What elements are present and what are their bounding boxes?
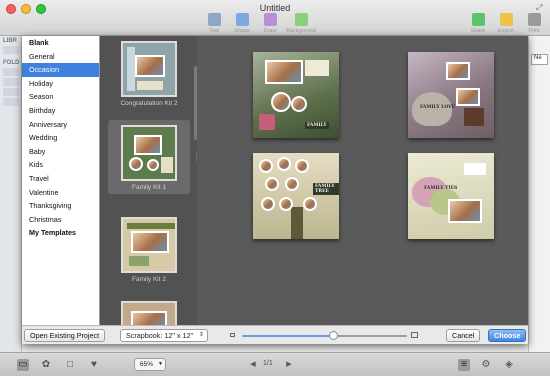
text-icon [207, 13, 221, 26]
shape-tool-button[interactable]: Shape [227, 13, 257, 34]
category-list: Blank General Occasion Holiday Season Birthda… [22, 36, 100, 325]
export-label: Export [498, 28, 514, 34]
template-tag: FAMILY TREE [313, 183, 339, 195]
kit-label: Family Kit 2 [132, 276, 166, 283]
effects-icon[interactable]: ✿ [40, 359, 52, 371]
export-icon [499, 13, 513, 26]
project-size-select[interactable]: Scrapbook: 12" x 12" ⇕ [120, 329, 209, 342]
app-window: Untitled ⤢ Text Shape Draw Background Sh… [0, 0, 550, 376]
category-item[interactable]: Valentine [22, 186, 99, 200]
project-size-value: Scrapbook: 12" x 12" [126, 331, 194, 340]
library-header: LIBR [3, 38, 17, 44]
shape-tool-label: Shape [234, 28, 250, 34]
category-item[interactable]: My Templates [22, 226, 99, 240]
template-thumbnail[interactable]: FAMILY TREE [253, 153, 339, 239]
folder-item[interactable] [3, 68, 19, 76]
template-tag: FAMILY [305, 122, 329, 129]
settings-gear-icon[interactable]: ⚙ [480, 359, 492, 371]
slider-fill [242, 335, 333, 337]
export-button[interactable]: Export [491, 13, 521, 34]
category-item[interactable]: Birthday [22, 104, 99, 118]
share-label: Share [470, 28, 486, 34]
choose-button[interactable]: Choose [488, 329, 527, 342]
zoom-value: 65% [140, 361, 154, 368]
text-tool-button[interactable]: Text [199, 13, 229, 34]
category-item[interactable]: General [22, 50, 99, 64]
thumbnail-size-slider[interactable] [242, 335, 407, 337]
favorites-icon[interactable]: ♥ [88, 359, 100, 371]
folder-item[interactable] [3, 88, 19, 96]
select-arrows-icon: ⇕ [199, 332, 205, 338]
category-item[interactable]: Travel [22, 172, 99, 186]
kit-thumbnail [121, 125, 177, 181]
draw-tool-label: Draw [263, 28, 277, 34]
print-icon [527, 13, 541, 26]
background-tool-label: Background [286, 28, 316, 34]
print-button[interactable]: Print [519, 13, 549, 34]
share-icon [471, 13, 485, 26]
inspector-field[interactable]: Ne [531, 54, 548, 65]
template-thumbnail[interactable]: FAMILY LOVE [408, 52, 494, 138]
draw-icon [263, 13, 277, 26]
kit-label: Family Kit 1 [132, 184, 166, 191]
category-item[interactable]: Wedding [22, 131, 99, 145]
category-item[interactable]: Blank [22, 36, 99, 50]
chevron-down-icon: ▼ [158, 361, 163, 367]
background-icon [294, 13, 308, 26]
template-chooser-dialog: Blank General Occasion Holiday Season Birthda… [22, 36, 528, 344]
page-indicator: 1/1 [263, 360, 273, 367]
kit-family-2[interactable]: Family Kit 2 [101, 217, 197, 287]
kit-label: Congratulation Kit 2 [120, 100, 178, 107]
window-title: Untitled [259, 3, 291, 13]
inspector-sidebar: Ne [528, 36, 550, 352]
fullscreen-icon[interactable]: ⤢ [536, 3, 545, 12]
shape-icon [235, 13, 249, 26]
open-existing-project-button[interactable]: Open Existing Project [24, 329, 106, 342]
draw-tool-button[interactable]: Draw [255, 13, 285, 34]
slider-knob[interactable] [328, 331, 338, 340]
library-sidebar: LIBR FOLD [0, 36, 22, 352]
layout-icon[interactable]: ▭ [17, 359, 29, 371]
category-item[interactable]: Holiday [22, 77, 99, 91]
status-bar: ▭ ✿ □ ♥ 65% ▼ ◀ 1/1 ▶ ≡ ⚙ ◈ [0, 352, 550, 376]
folder-item[interactable] [3, 78, 19, 86]
zoom-select[interactable]: 65% ▼ [134, 358, 166, 371]
kit-congratulation-2[interactable]: Congratulation Kit 2 [101, 41, 197, 109]
share-button[interactable]: Share [463, 13, 493, 34]
library-item[interactable] [3, 46, 19, 54]
category-item[interactable]: Occasion [22, 63, 99, 77]
layers-icon[interactable]: ◈ [503, 359, 515, 371]
small-thumbnail-icon [230, 333, 235, 337]
template-tag: FAMILY TIES [424, 186, 458, 191]
template-thumbnail[interactable]: FAMILY TIES [408, 153, 494, 239]
print-label: Print [528, 28, 540, 34]
next-page-icon[interactable]: ▶ [283, 359, 295, 371]
text-tool-label: Text [208, 28, 220, 34]
category-item[interactable]: Thanksgiving [22, 199, 99, 213]
list-view-icon[interactable]: ≡ [458, 359, 470, 371]
template-tag: FAMILY LOVE [420, 105, 456, 110]
title-bar: Untitled ⤢ Text Shape Draw Background Sh… [0, 0, 550, 36]
kit-list: Congratulation Kit 2 Family Kit 1 Family [101, 36, 197, 325]
kit-thumbnail [121, 301, 177, 325]
category-item[interactable]: Christmas [22, 213, 99, 227]
background-tool-button[interactable]: Background [283, 13, 319, 34]
kit-thumbnail [121, 217, 177, 273]
category-item[interactable]: Season [22, 90, 99, 104]
folders-header: FOLD [3, 60, 20, 66]
category-item[interactable]: Anniversary [22, 118, 99, 132]
template-thumbnail[interactable]: FAMILY [253, 52, 339, 138]
previous-page-icon[interactable]: ◀ [247, 359, 259, 371]
cancel-button[interactable]: Cancel [446, 329, 481, 342]
category-item[interactable]: Baby [22, 145, 99, 159]
large-thumbnail-icon [411, 332, 418, 338]
frame-icon[interactable]: □ [64, 359, 76, 371]
folder-item[interactable] [3, 98, 19, 106]
kit-family-1[interactable]: Family Kit 1 [108, 120, 190, 194]
kit-item[interactable] [101, 301, 197, 325]
category-item[interactable]: Kids [22, 158, 99, 172]
kit-thumbnail [121, 41, 177, 97]
template-grid: FAMILY FAMILY LOVE FAMILY TREE FAMILY TI… [197, 36, 528, 325]
dialog-footer: Open Existing Project Scrapbook: 12" x 1… [22, 325, 528, 344]
